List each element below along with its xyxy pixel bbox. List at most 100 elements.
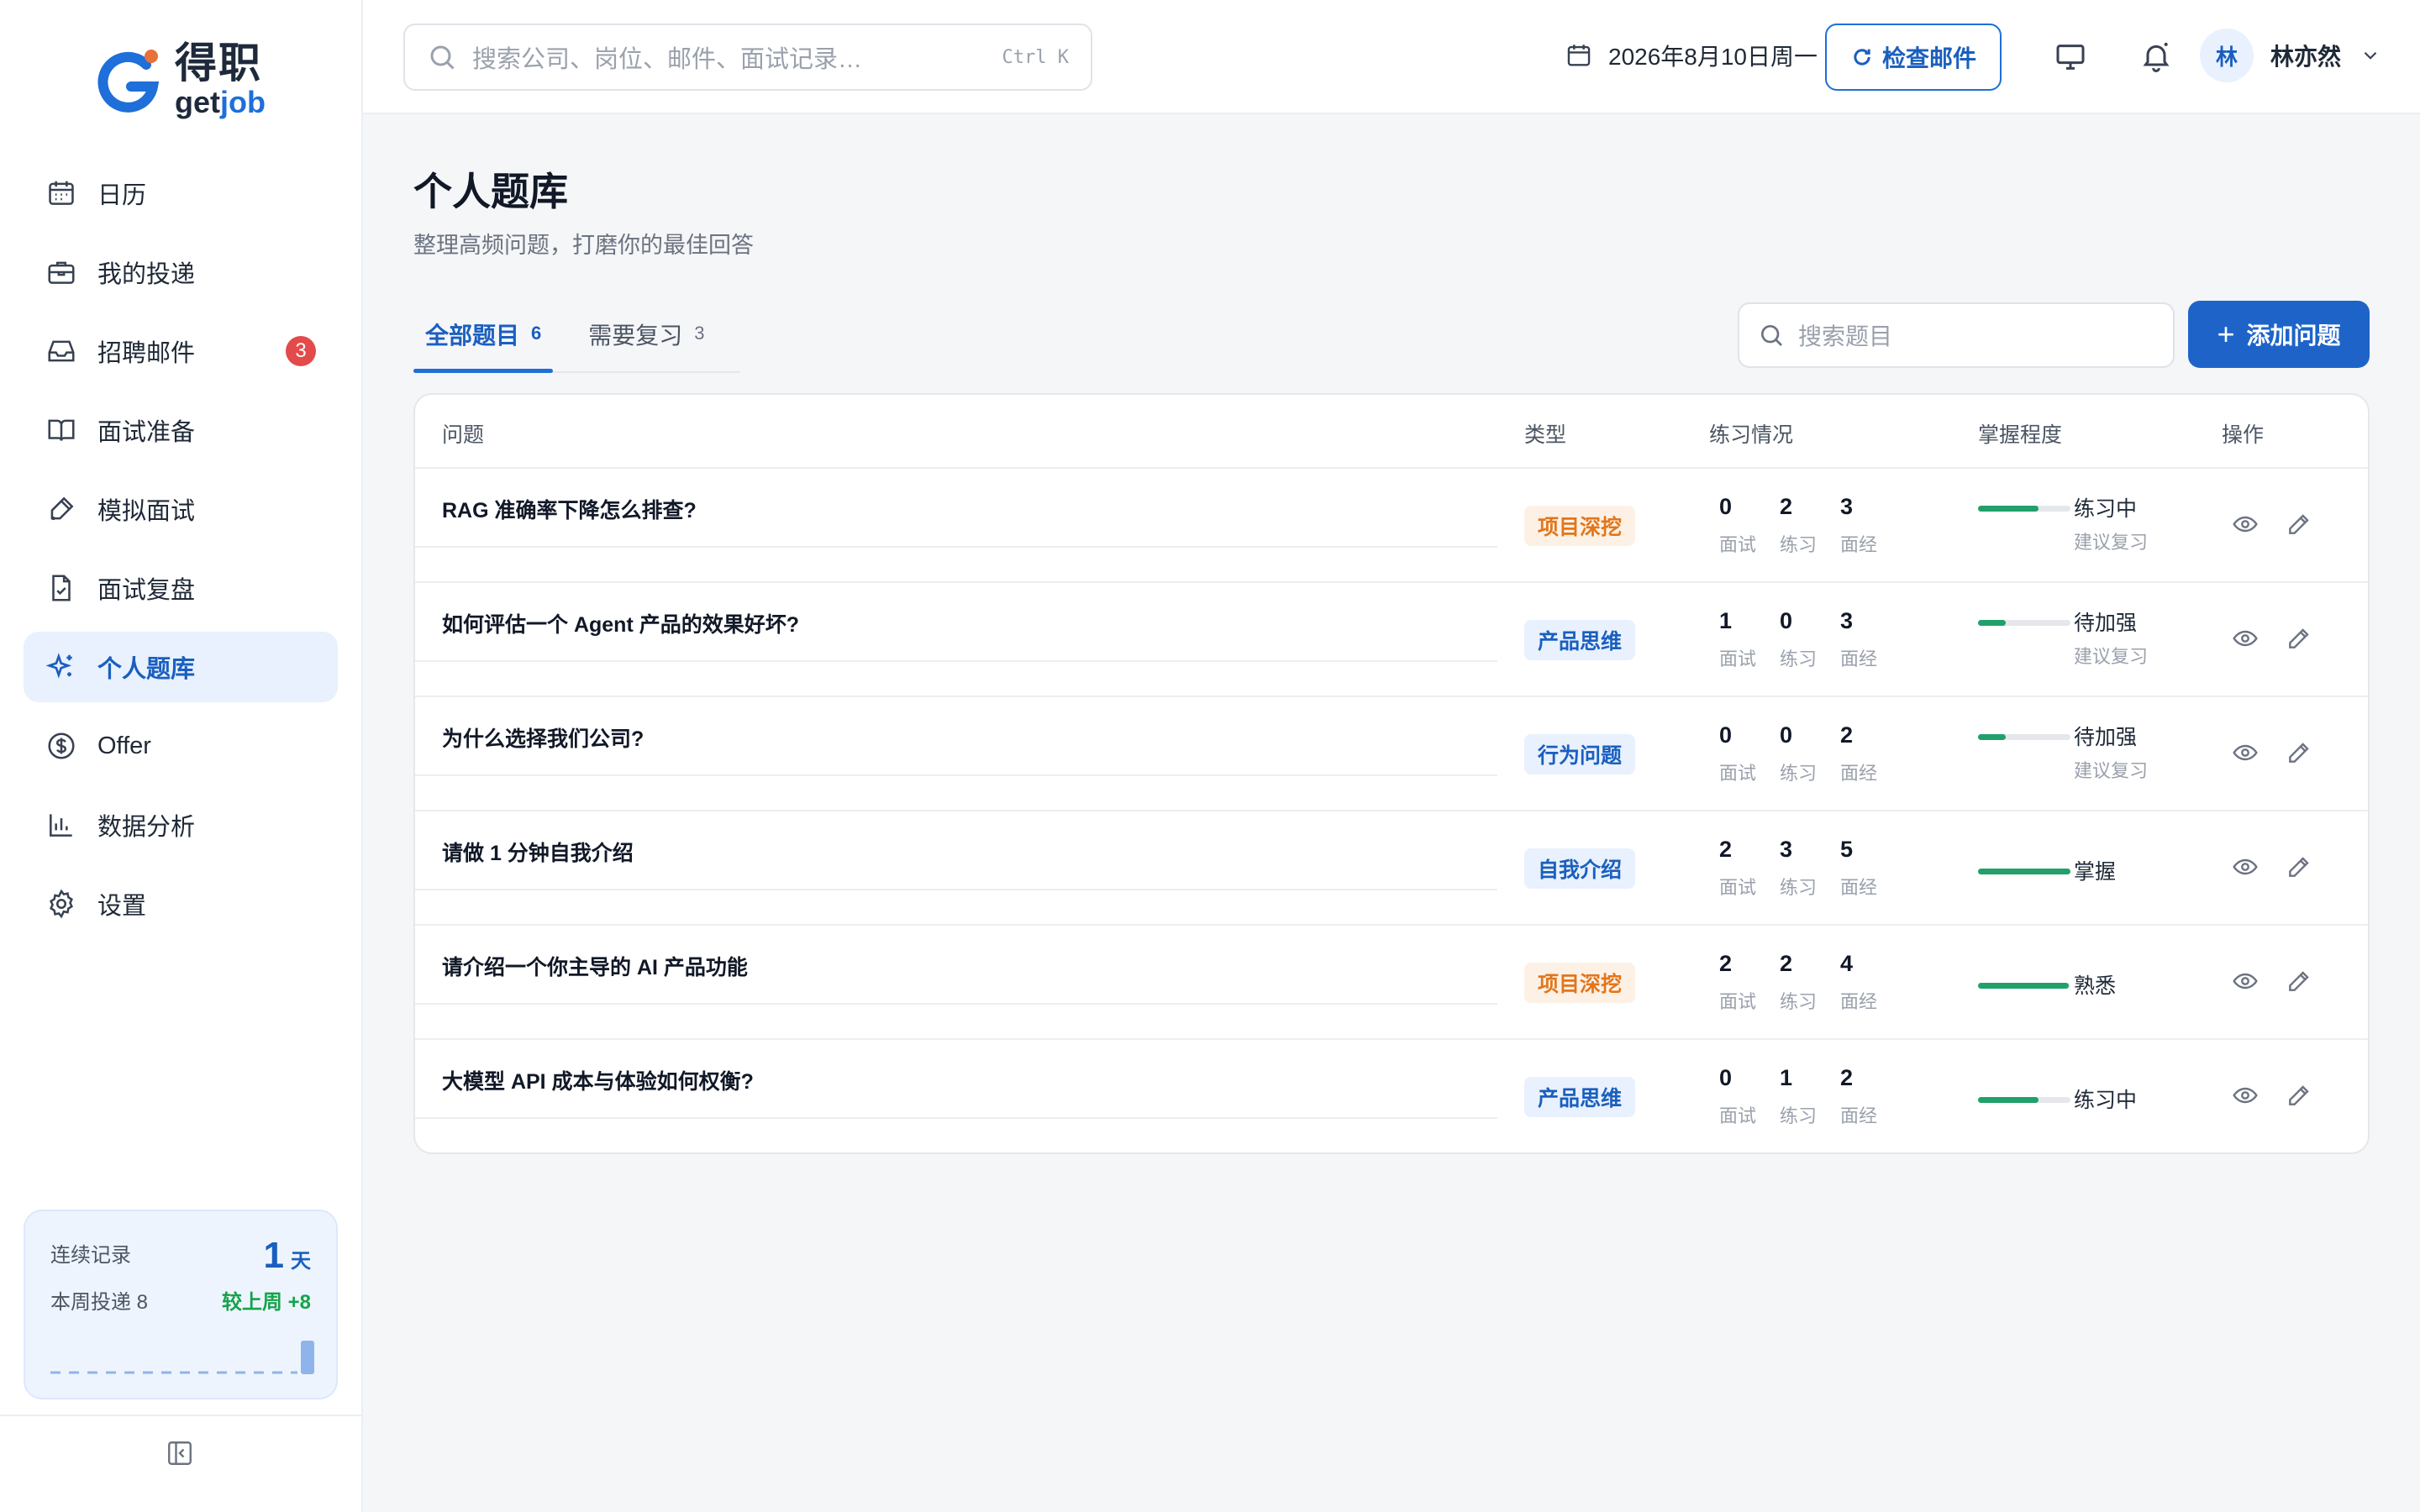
stat-label: 面经 <box>1840 648 1878 669</box>
sidebar-item-label: 设置 <box>97 893 147 920</box>
monitor-icon[interactable] <box>2054 40 2087 74</box>
tab-all-questions[interactable]: 全部题目 6 <box>413 309 554 373</box>
plus-icon: + <box>2217 317 2235 351</box>
stat-label: 面试 <box>1719 648 1757 669</box>
question-text[interactable]: 请介绍一个你主导的 AI 产品功能 <box>442 951 748 981</box>
table-row[interactable]: 大模型 API 成本与体验如何权衡? 产品思维 0 面试 1 练习 2 面经 练习中 <box>415 1040 2368 1152</box>
question-text[interactable]: 请做 1 分钟自我介绍 <box>442 837 634 867</box>
row-divider <box>415 660 1497 662</box>
logo-chinese-text: 得职 <box>175 39 262 87</box>
stat-label: 面试 <box>1719 763 1757 784</box>
stat-value: 1 <box>1780 1065 1793 1090</box>
user-menu[interactable]: 林 林亦然 <box>2200 29 2381 82</box>
stat-value: 1 <box>1719 608 1733 633</box>
streak-days-value: 1 <box>263 1235 284 1276</box>
view-eye-icon[interactable] <box>2232 511 2259 538</box>
mastery-bar <box>1978 734 2070 740</box>
bar-chart-icon <box>50 814 72 837</box>
sidebar-item-emails[interactable]: 招聘邮件 3 <box>24 316 338 386</box>
search-placeholder: 搜索公司、岗位、邮件、面试记录… <box>472 46 863 73</box>
question-text[interactable]: 如何评估一个 Agent 产品的效果好坏? <box>442 608 799 638</box>
check-mail-button[interactable]: 检查邮件 <box>1825 24 2002 91</box>
avatar: 林 <box>2200 29 2254 82</box>
table-row[interactable]: 为什么选择我们公司? 行为问题 0 面试 0 练习 2 面经 待加强 建议复习 <box>415 697 2368 811</box>
streak-days-unit: 天 <box>291 1250 311 1273</box>
stat-value: 5 <box>1840 837 1854 862</box>
check-mail-label: 检查邮件 <box>1881 45 1976 71</box>
stat-label: 练习 <box>1780 534 1818 555</box>
stat-label: 面试 <box>1719 534 1757 555</box>
sidebar-nav: 日历 我的投递 招聘邮件 3 面试准备 模拟面试 面试复盘 个人题库 Offer… <box>24 158 338 948</box>
stat-value: 2 <box>1719 951 1733 976</box>
column-header-type: 类型 <box>1524 423 1567 447</box>
sidebar-item-question-bank[interactable]: 个人题库 <box>24 632 338 702</box>
question-type-tag: 项目深挖 <box>1524 506 1636 546</box>
view-eye-icon[interactable] <box>2232 853 2259 880</box>
pen-icon <box>50 496 74 521</box>
collapse-sidebar-icon[interactable] <box>165 1438 195 1468</box>
weekly-sparkline <box>50 1341 314 1374</box>
mastery-label: 练习中 <box>2074 497 2138 521</box>
mastery-bar <box>1978 983 2070 989</box>
row-divider <box>415 889 1497 890</box>
stat-label: 面经 <box>1840 991 1878 1012</box>
edit-pencil-icon[interactable] <box>2286 739 2312 766</box>
table-row[interactable]: 请做 1 分钟自我介绍 自我介绍 2 面试 3 练习 5 面经 掌握 <box>415 811 2368 926</box>
logo[interactable]: 得职 getjob <box>94 42 266 118</box>
question-text[interactable]: 为什么选择我们公司? <box>442 722 644 753</box>
view-eye-icon[interactable] <box>2232 625 2259 652</box>
mastery-bar <box>1978 869 2070 874</box>
sidebar-item-settings[interactable]: 设置 <box>24 869 338 939</box>
question-text[interactable]: RAG 准确率下降怎么排查? <box>442 494 697 524</box>
question-search-input[interactable]: 搜索题目 <box>1738 302 2175 368</box>
review-suggestion: 建议复习 <box>2074 646 2149 667</box>
column-header-practice: 练习情况 <box>1709 423 1794 447</box>
global-search-input[interactable]: 搜索公司、岗位、邮件、面试记录… Ctrl K <box>403 24 1092 91</box>
dollar-circle-icon <box>48 732 75 759</box>
tab-needs-review[interactable]: 需要复习 3 <box>576 309 716 371</box>
stat-interview: 2 面试 <box>1719 837 1770 900</box>
sidebar-item-label: 面试复盘 <box>97 577 196 604</box>
review-suggestion: 建议复习 <box>2074 760 2149 781</box>
question-table: 问题 类型 练习情况 掌握程度 操作 RAG 准确率下降怎么排查? 项目深挖 0… <box>413 393 2370 1154</box>
weekly-applications: 本周投递 8 <box>50 1291 149 1314</box>
table-row[interactable]: 请介绍一个你主导的 AI 产品功能 项目深挖 2 面试 2 练习 4 面经 熟悉 <box>415 926 2368 1040</box>
view-eye-icon[interactable] <box>2232 968 2259 995</box>
logo-en-prefix: get <box>175 85 220 119</box>
mastery-label: 待加强 <box>2074 726 2138 749</box>
sidebar-item-interview-prep[interactable]: 面试准备 <box>24 395 338 465</box>
edit-pencil-icon[interactable] <box>2286 625 2312 652</box>
mastery-label: 待加强 <box>2074 612 2138 635</box>
sidebar-item-mock-interview[interactable]: 模拟面试 <box>24 474 338 544</box>
question-tabs: 全部题目 6 需要复习 3 <box>413 309 740 373</box>
sidebar-item-applications[interactable]: 我的投递 <box>24 237 338 307</box>
mastery-label: 熟悉 <box>2074 974 2117 998</box>
table-header: 问题 类型 练习情况 掌握程度 操作 <box>415 395 2368 469</box>
sidebar-item-interview-review[interactable]: 面试复盘 <box>24 553 338 623</box>
question-text[interactable]: 大模型 API 成本与体验如何权衡? <box>442 1065 754 1095</box>
sidebar-item-calendar[interactable]: 日历 <box>24 158 338 228</box>
edit-pencil-icon[interactable] <box>2286 853 2312 880</box>
view-eye-icon[interactable] <box>2232 1082 2259 1109</box>
mastery-bar <box>1978 1097 2070 1103</box>
table-row[interactable]: RAG 准确率下降怎么排查? 项目深挖 0 面试 2 练习 3 面经 练习中 建议复习 <box>415 469 2368 583</box>
streak-days: 1天 <box>264 1235 311 1277</box>
bell-icon[interactable] <box>2139 39 2173 74</box>
stat-label: 面经 <box>1840 877 1878 898</box>
stat-practice: 2 练习 <box>1780 494 1830 557</box>
stat-label: 练习 <box>1780 648 1818 669</box>
question-type-tag: 产品思维 <box>1524 1077 1636 1117</box>
calendar-icon <box>49 181 74 205</box>
edit-pencil-icon[interactable] <box>2286 511 2312 538</box>
sidebar-item-offer[interactable]: Offer <box>24 711 338 781</box>
mastery-bar-fill <box>1978 983 2069 989</box>
sidebar-item-analytics[interactable]: 数据分析 <box>24 790 338 860</box>
stat-practice: 3 练习 <box>1780 837 1830 900</box>
table-row[interactable]: 如何评估一个 Agent 产品的效果好坏? 产品思维 1 面试 0 练习 3 面经 待… <box>415 583 2368 697</box>
edit-pencil-icon[interactable] <box>2286 1082 2312 1109</box>
search-icon <box>1761 325 1782 346</box>
edit-pencil-icon[interactable] <box>2286 968 2312 995</box>
add-question-button[interactable]: + 添加问题 <box>2188 301 2370 368</box>
view-eye-icon[interactable] <box>2232 739 2259 766</box>
row-divider <box>415 774 1497 776</box>
